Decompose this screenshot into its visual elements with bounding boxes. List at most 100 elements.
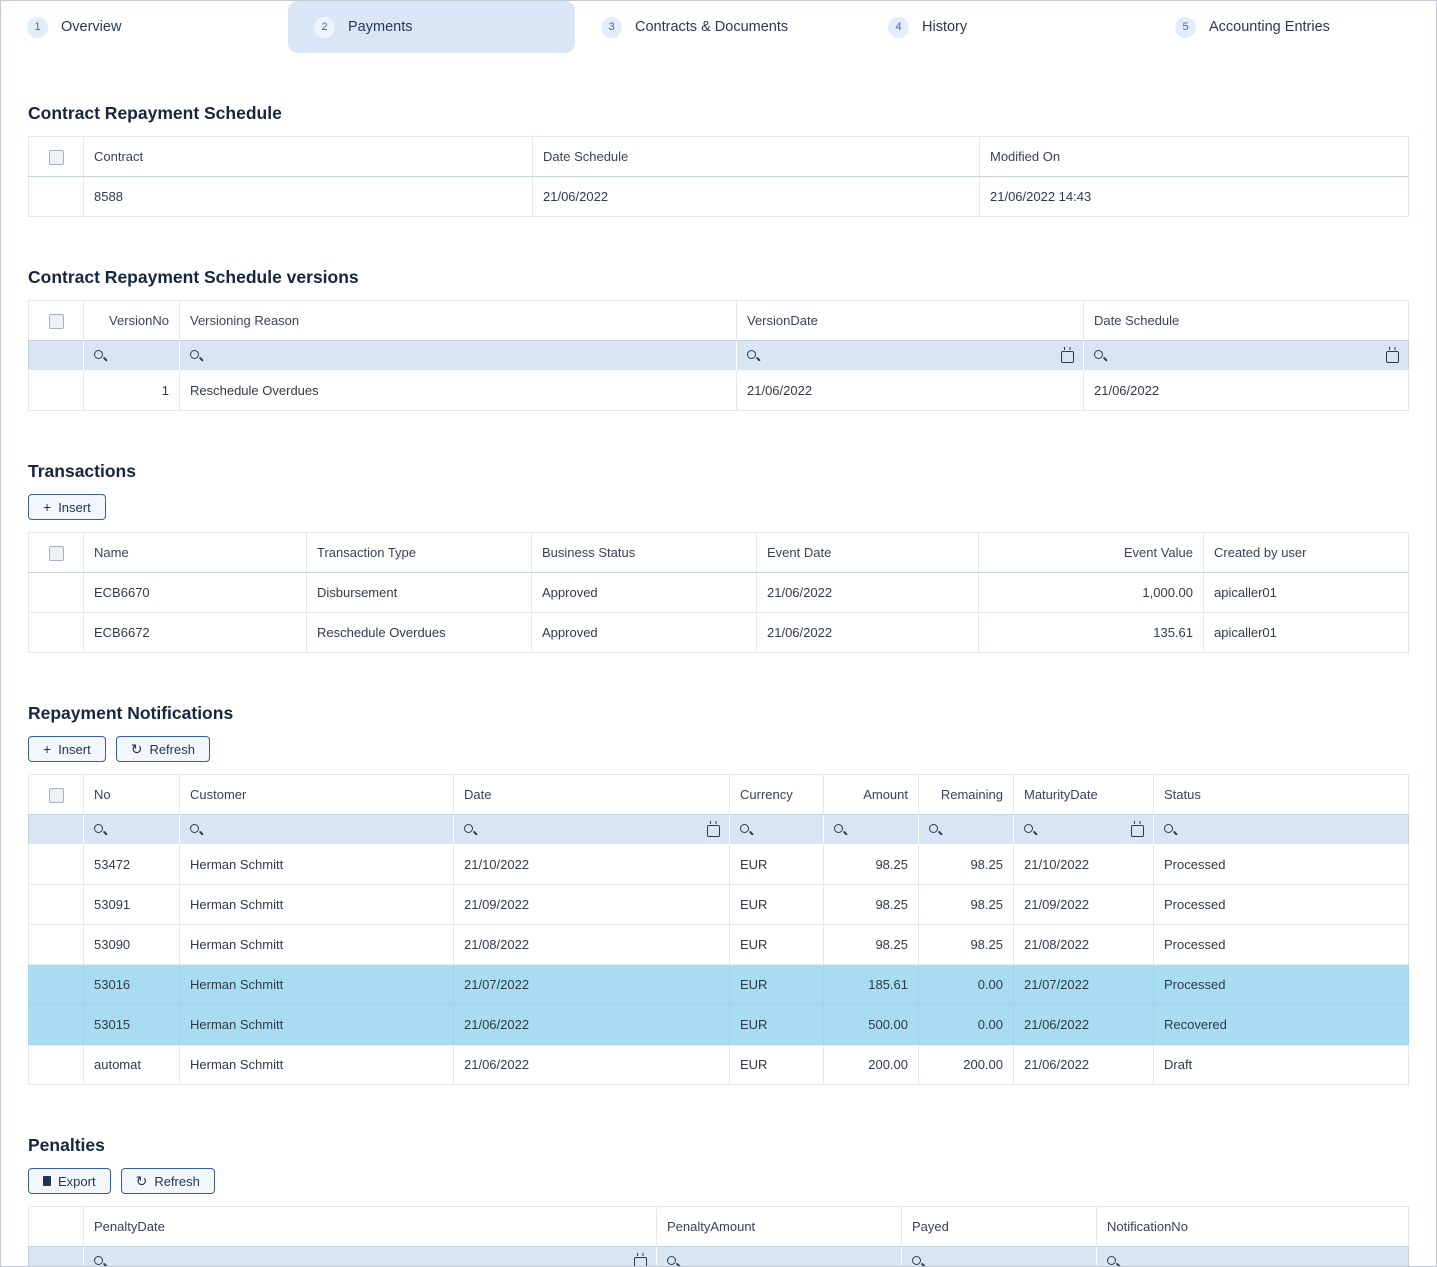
column-header-business-status[interactable]: Business Status	[532, 533, 757, 573]
select-all-checkbox[interactable]	[49, 546, 64, 561]
filter-date[interactable]	[454, 815, 730, 845]
refresh-button[interactable]: ↻ Refresh	[116, 736, 210, 762]
tab-overview[interactable]: 1 Overview	[1, 1, 288, 53]
column-header-remaining[interactable]: Remaining	[919, 775, 1014, 815]
column-header-customer[interactable]: Customer	[180, 775, 454, 815]
row-select-cell[interactable]	[29, 177, 84, 217]
calendar-icon[interactable]	[1131, 825, 1144, 837]
cell-maturitydate: 21/10/2022	[1014, 845, 1154, 885]
tab-payments[interactable]: 2 Payments	[288, 1, 575, 53]
table-row[interactable]: automat Herman Schmitt 21/06/2022 EUR 20…	[29, 1045, 1409, 1085]
column-header-currency[interactable]: Currency	[730, 775, 824, 815]
table-row[interactable]: ECB6672 Reschedule Overdues Approved 21/…	[29, 613, 1409, 653]
column-header-versiondate[interactable]: VersionDate	[737, 301, 1084, 341]
calendar-icon[interactable]	[634, 1257, 647, 1267]
select-all-cell[interactable]	[29, 301, 84, 341]
cell-remaining: 98.25	[919, 885, 1014, 925]
refresh-button[interactable]: ↻ Refresh	[121, 1168, 215, 1194]
column-header-contract[interactable]: Contract	[84, 137, 533, 177]
row-select-cell[interactable]	[29, 925, 84, 965]
tab-label: Accounting Entries	[1209, 19, 1330, 35]
filter-amount[interactable]	[824, 815, 919, 845]
column-header-date[interactable]: Date	[454, 775, 730, 815]
table-row[interactable]: ECB6670 Disbursement Approved 21/06/2022…	[29, 573, 1409, 613]
tab-history[interactable]: 4 History	[862, 1, 1149, 53]
cell-customer: Herman Schmitt	[180, 1005, 454, 1045]
cell-customer: Herman Schmitt	[180, 885, 454, 925]
column-header-date-schedule[interactable]: Date Schedule	[1084, 301, 1409, 341]
filter-remaining[interactable]	[919, 815, 1014, 845]
tab-label: History	[922, 19, 967, 35]
column-header-event-value[interactable]: Event Value	[979, 533, 1204, 573]
select-all-checkbox[interactable]	[49, 314, 64, 329]
table-row[interactable]: 53091 Herman Schmitt 21/09/2022 EUR 98.2…	[29, 885, 1409, 925]
row-select-cell[interactable]	[29, 965, 84, 1005]
select-all-checkbox[interactable]	[49, 788, 64, 803]
column-header-penaltyamount[interactable]: PenaltyAmount	[657, 1207, 902, 1247]
column-header-date-schedule[interactable]: Date Schedule	[533, 137, 980, 177]
row-select-cell[interactable]	[29, 371, 84, 411]
column-header-created-by-user[interactable]: Created by user	[1204, 533, 1409, 573]
header-row: PenaltyDate PenaltyAmount Payed Notifica…	[29, 1207, 1409, 1247]
filter-customer[interactable]	[180, 815, 454, 845]
select-all-cell[interactable]	[29, 775, 84, 815]
column-header-notificationno[interactable]: NotificationNo	[1097, 1207, 1409, 1247]
filter-penaltydate[interactable]	[84, 1247, 657, 1267]
table-row[interactable]: 8588 21/06/2022 21/06/2022 14:43	[29, 177, 1409, 217]
filter-penaltyamount[interactable]	[657, 1247, 902, 1267]
column-header-amount[interactable]: Amount	[824, 775, 919, 815]
filter-no[interactable]	[84, 815, 180, 845]
table-row[interactable]: 53016 Herman Schmitt 21/07/2022 EUR 185.…	[29, 965, 1409, 1005]
column-header-no[interactable]: No	[84, 775, 180, 815]
filter-versiondate[interactable]	[737, 341, 1084, 371]
section-title-schedule-versions: Contract Repayment Schedule versions	[28, 267, 1409, 288]
cell-no: 53472	[84, 845, 180, 885]
column-header-status[interactable]: Status	[1154, 775, 1409, 815]
table-row[interactable]: 53472 Herman Schmitt 21/10/2022 EUR 98.2…	[29, 845, 1409, 885]
calendar-icon[interactable]	[707, 825, 720, 837]
calendar-icon[interactable]	[1386, 351, 1399, 363]
column-header-transaction-type[interactable]: Transaction Type	[307, 533, 532, 573]
column-header-event-date[interactable]: Event Date	[757, 533, 979, 573]
tab-number-badge: 3	[601, 17, 622, 38]
column-header-versioning-reason[interactable]: Versioning Reason	[180, 301, 737, 341]
row-select-cell[interactable]	[29, 1005, 84, 1045]
row-select-cell[interactable]	[29, 613, 84, 653]
filter-notificationno[interactable]	[1097, 1247, 1409, 1267]
filter-currency[interactable]	[730, 815, 824, 845]
column-header-versionno[interactable]: VersionNo	[84, 301, 180, 341]
filter-row	[29, 815, 1409, 845]
export-button[interactable]: Export	[28, 1168, 111, 1194]
table-row[interactable]: 53090 Herman Schmitt 21/08/2022 EUR 98.2…	[29, 925, 1409, 965]
tab-accounting-entries[interactable]: 5 Accounting Entries	[1149, 1, 1436, 53]
filter-payed[interactable]	[902, 1247, 1097, 1267]
row-select-cell[interactable]	[29, 1045, 84, 1085]
row-select-cell[interactable]	[29, 845, 84, 885]
row-select-cell[interactable]	[29, 885, 84, 925]
calendar-icon[interactable]	[1061, 351, 1074, 363]
cell-currency: EUR	[730, 845, 824, 885]
filter-row	[29, 341, 1409, 371]
filter-versioning-reason[interactable]	[180, 341, 737, 371]
insert-button[interactable]: + Insert	[28, 736, 106, 762]
tab-contracts-documents[interactable]: 3 Contracts & Documents	[575, 1, 862, 53]
penalties-toolbar: Export ↻ Refresh	[28, 1168, 1409, 1194]
cell-name: ECB6670	[84, 573, 307, 613]
payments-page: 1 Overview 2 Payments 3 Contracts & Docu…	[0, 0, 1437, 1267]
select-all-cell[interactable]	[29, 533, 84, 573]
filter-date-schedule[interactable]	[1084, 341, 1409, 371]
insert-button[interactable]: + Insert	[28, 494, 106, 520]
filter-status[interactable]	[1154, 815, 1409, 845]
column-header-maturitydate[interactable]: MaturityDate	[1014, 775, 1154, 815]
column-header-payed[interactable]: Payed	[902, 1207, 1097, 1247]
filter-versionno[interactable]	[84, 341, 180, 371]
filter-maturitydate[interactable]	[1014, 815, 1154, 845]
select-all-cell[interactable]	[29, 137, 84, 177]
select-all-checkbox[interactable]	[49, 150, 64, 165]
table-row[interactable]: 1 Reschedule Overdues 21/06/2022 21/06/2…	[29, 371, 1409, 411]
column-header-penaltydate[interactable]: PenaltyDate	[84, 1207, 657, 1247]
column-header-modified-on[interactable]: Modified On	[980, 137, 1409, 177]
table-row[interactable]: 53015 Herman Schmitt 21/06/2022 EUR 500.…	[29, 1005, 1409, 1045]
row-select-cell[interactable]	[29, 573, 84, 613]
column-header-name[interactable]: Name	[84, 533, 307, 573]
